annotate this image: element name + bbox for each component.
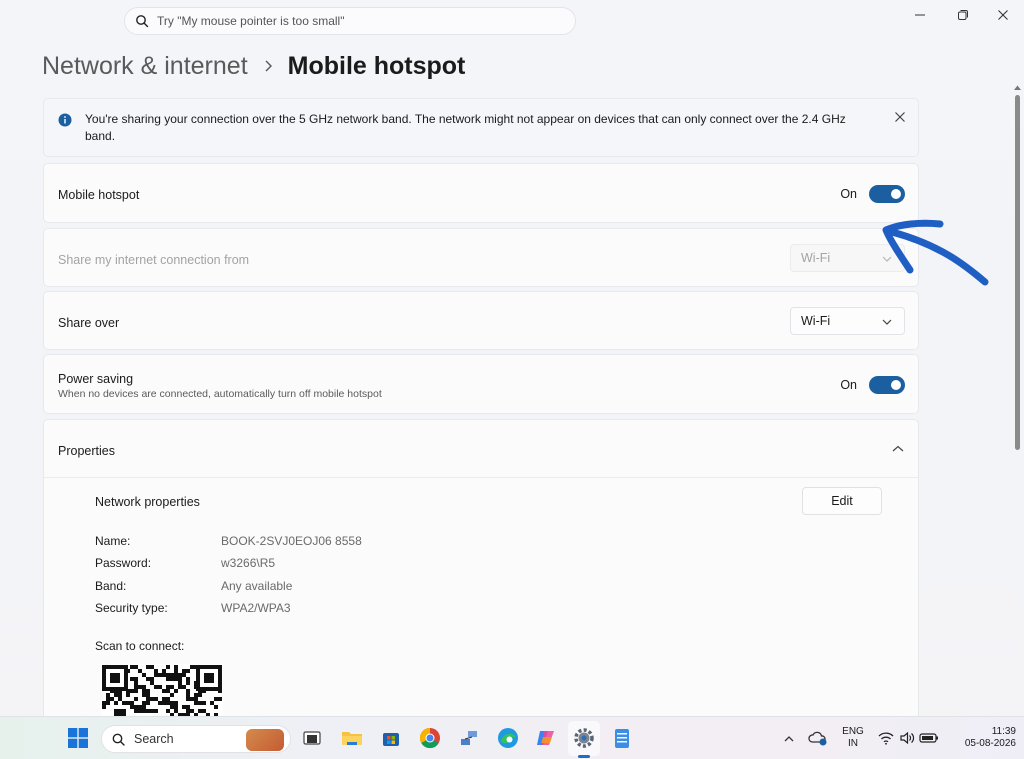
battery-icon	[919, 733, 938, 743]
wifi-tray-button[interactable]	[876, 726, 896, 750]
restore-button[interactable]	[943, 4, 983, 26]
mobile-hotspot-row: Mobile hotspot On	[43, 163, 919, 223]
scan-to-connect-label: Scan to connect:	[95, 639, 185, 653]
share-over-dropdown[interactable]: Wi-Fi	[790, 307, 905, 335]
search-highlight-image	[246, 729, 284, 751]
share-from-value: Wi-Fi	[801, 251, 831, 265]
edit-label: Edit	[831, 494, 853, 508]
chrome-icon	[419, 727, 440, 749]
minimize-icon	[915, 14, 925, 16]
chevron-down-icon	[882, 319, 892, 325]
edge-button[interactable]	[496, 726, 520, 750]
power-saving-description: When no devices are connected, automatic…	[58, 388, 382, 400]
power-saving-label: Power saving	[58, 372, 134, 386]
power-saving-state: On	[840, 378, 857, 392]
windows-logo-icon	[68, 728, 88, 748]
breadcrumb: Network & internet Mobile hotspot	[42, 50, 465, 82]
chevron-up-icon	[892, 445, 904, 452]
qr-code-image	[101, 664, 223, 716]
restore-icon	[958, 10, 968, 20]
prop-password-value: w3266\R5	[221, 556, 276, 570]
prop-name-key: Name:	[95, 534, 131, 548]
prop-password-key: Password:	[95, 556, 152, 570]
info-banner: You're sharing your connection over the …	[43, 98, 919, 157]
page-title: Mobile hotspot	[287, 51, 466, 80]
mobile-hotspot-label: Mobile hotspot	[58, 188, 140, 202]
taskbar-search[interactable]: Search	[101, 725, 291, 753]
edit-button[interactable]: Edit	[802, 487, 882, 515]
network-computers-icon	[461, 731, 477, 745]
properties-label: Properties	[58, 444, 115, 458]
close-window-button[interactable]	[983, 4, 1023, 26]
gear-icon	[574, 728, 594, 748]
volume-tray-button[interactable]	[897, 726, 917, 750]
share-over-label: Share over	[58, 316, 120, 330]
edge-icon	[498, 728, 518, 748]
speaker-icon	[900, 731, 915, 745]
prop-security-value: WPA2/WPA3	[221, 601, 291, 615]
dismiss-icon[interactable]	[894, 111, 906, 123]
properties-header[interactable]: Properties	[44, 420, 918, 478]
share-from-label: Share my internet connection from	[58, 253, 250, 267]
chevron-right-icon	[264, 59, 274, 73]
chrome-button[interactable]	[418, 726, 442, 750]
mobile-hotspot-state: On	[840, 187, 857, 201]
store-button[interactable]	[379, 726, 403, 750]
folder-icon	[342, 732, 362, 745]
cloud-sync-icon	[808, 731, 827, 746]
power-saving-toggle[interactable]	[869, 376, 905, 394]
language-code: ENG	[842, 726, 864, 737]
info-icon	[58, 113, 72, 127]
prop-name-value: BOOK-2SVJ0EOJ06 8558	[221, 534, 362, 548]
power-saving-row: Power saving When no devices are connect…	[43, 354, 919, 414]
share-from-row: Share my internet connection from Wi-Fi	[43, 228, 919, 287]
notepad-button[interactable]	[610, 726, 634, 750]
task-view-icon	[303, 731, 321, 745]
copilot-button[interactable]	[534, 726, 558, 750]
task-view-button[interactable]	[300, 726, 324, 750]
search-icon	[112, 733, 125, 746]
mobile-hotspot-toggle[interactable]	[869, 185, 905, 203]
share-over-value: Wi-Fi	[801, 314, 831, 328]
notepad-icon	[615, 729, 629, 748]
language-region: IN	[848, 738, 858, 749]
minimize-button[interactable]	[900, 4, 940, 26]
info-message: You're sharing your connection over the …	[85, 112, 846, 143]
battery-tray-button[interactable]	[918, 726, 940, 750]
active-app-indicator	[578, 755, 590, 758]
prop-band-value: Any available	[221, 579, 293, 593]
taskbar: Search ENG IN 11:39 05-08-2026	[0, 716, 1024, 759]
language-indicator[interactable]: ENG IN	[836, 726, 870, 750]
chevron-up-icon	[784, 735, 794, 741]
settings-window: Try "My mouse pointer is too small" Netw…	[0, 0, 1024, 716]
search-icon	[136, 15, 149, 28]
clock-date: 05-08-2026	[964, 738, 1016, 749]
power-saving-toggle-group: On	[840, 376, 905, 394]
breadcrumb-network-internet[interactable]: Network & internet	[42, 52, 248, 81]
network-properties-heading: Network properties	[95, 495, 200, 509]
close-icon	[998, 10, 1008, 20]
settings-search-box[interactable]: Try "My mouse pointer is too small"	[124, 7, 576, 35]
search-placeholder: Try "My mouse pointer is too small"	[157, 14, 345, 28]
wifi-icon	[878, 732, 894, 745]
settings-app-button[interactable]	[572, 726, 596, 750]
taskbar-search-label: Search	[134, 732, 174, 746]
clock[interactable]: 11:39 05-08-2026	[946, 726, 1016, 750]
network-app-button[interactable]	[457, 726, 481, 750]
show-hidden-icons-button[interactable]	[779, 726, 799, 750]
clock-time: 11:39	[991, 726, 1016, 737]
start-button[interactable]	[66, 726, 90, 750]
copilot-icon	[537, 731, 554, 745]
properties-panel: Properties Network properties Edit Name:…	[43, 419, 919, 716]
mobile-hotspot-toggle-group: On	[840, 185, 905, 203]
share-over-row: Share over Wi-Fi	[43, 291, 919, 350]
store-icon	[383, 733, 399, 746]
file-explorer-button[interactable]	[340, 726, 364, 750]
scroll-up-icon[interactable]	[1013, 84, 1022, 91]
annotation-arrow	[882, 219, 989, 286]
prop-band-key: Band:	[95, 579, 127, 593]
onedrive-tray-button[interactable]	[807, 726, 829, 750]
scrollbar-thumb[interactable]	[1015, 95, 1020, 450]
prop-security-key: Security type:	[95, 601, 168, 615]
